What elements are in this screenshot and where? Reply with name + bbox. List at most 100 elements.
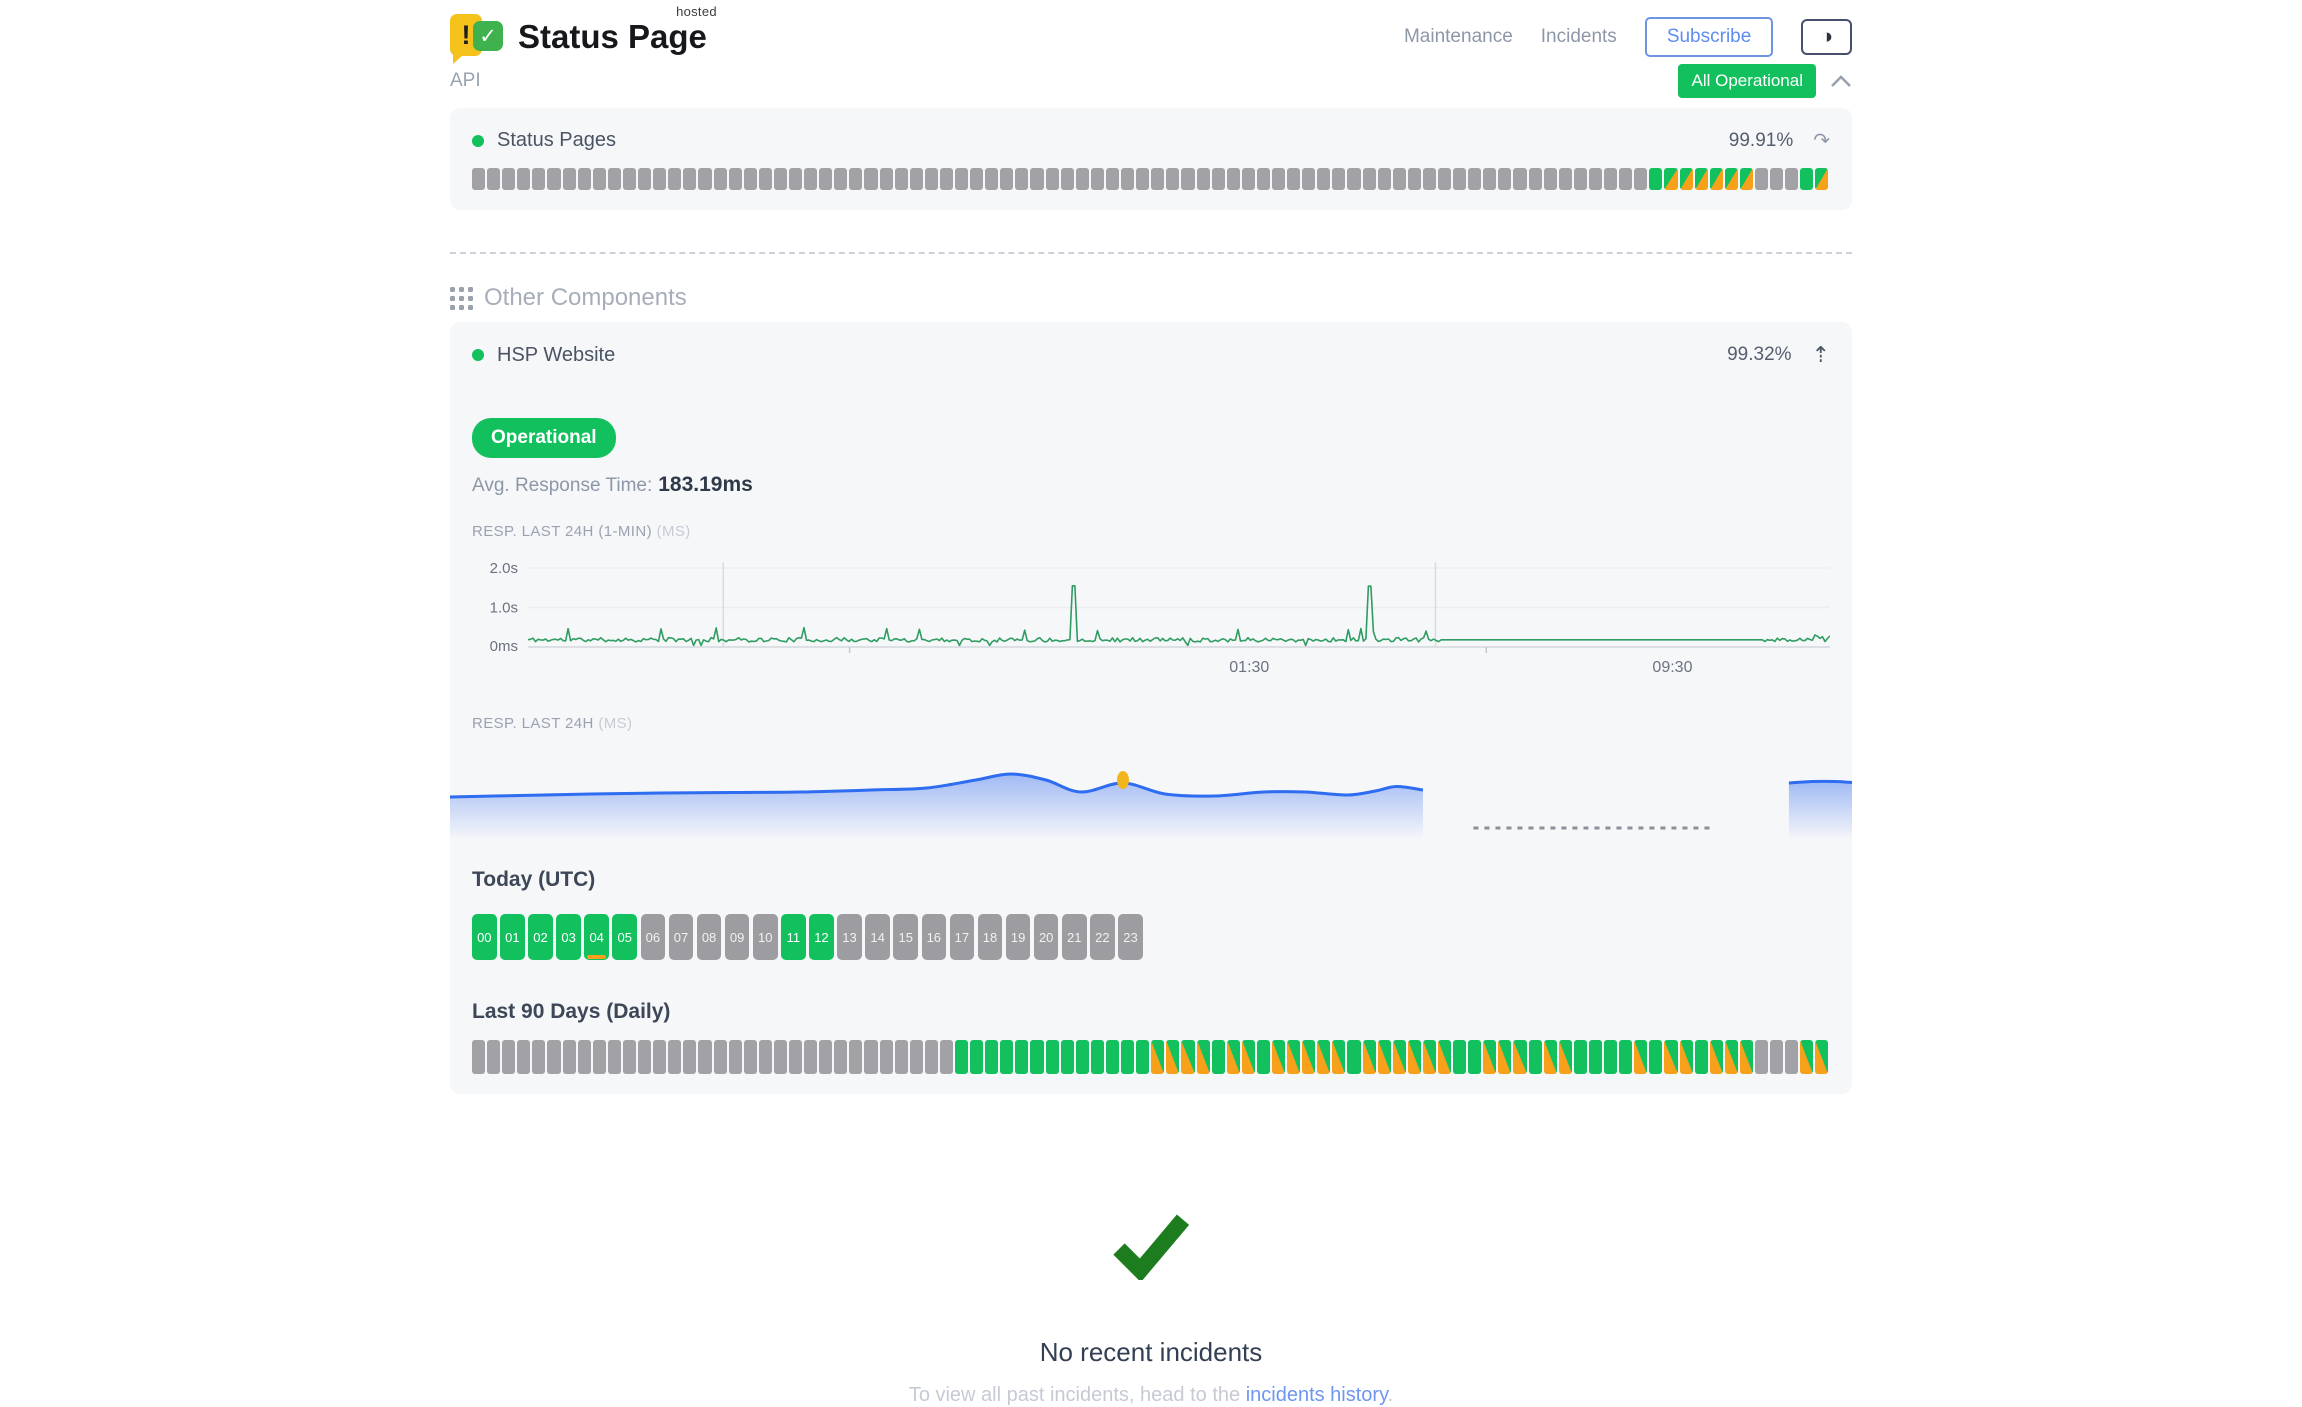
header-nav: Maintenance Incidents Subscribe ◑ <box>1404 17 1852 57</box>
component-name: Status Pages <box>472 129 616 152</box>
daily-uptime-block <box>593 1040 606 1074</box>
daily-uptime-block <box>1619 1040 1632 1074</box>
uptime-bar <box>910 168 923 190</box>
resp-24h-label: RESP. LAST 24H (MS) <box>472 715 1830 732</box>
uptime-bar <box>1815 168 1828 190</box>
uptime-bar <box>1000 168 1013 190</box>
daily-title: Last 90 Days (Daily) <box>472 1000 1830 1024</box>
daily-uptime-block <box>1136 1040 1149 1074</box>
no-recent-incidents-title: No recent incidents <box>450 1337 1852 1368</box>
nav-maintenance[interactable]: Maintenance <box>1404 26 1513 48</box>
uptime-bar <box>1317 168 1330 190</box>
uptime-bar <box>834 168 847 190</box>
overall-status-badge[interactable]: All Operational <box>1678 64 1816 98</box>
uptime-bar <box>985 168 998 190</box>
daily-uptime-block <box>1317 1040 1330 1074</box>
uptime-bar <box>563 168 576 190</box>
avg-response-value: 183.19ms <box>658 473 753 496</box>
api-uptime-bars <box>472 168 1830 190</box>
daily-uptime-block <box>940 1040 953 1074</box>
page: ! ✓ Status Page hosted Maintenance Incid… <box>450 0 1852 1407</box>
hour-block-17: 17 <box>950 914 975 960</box>
hour-block-09: 09 <box>725 914 750 960</box>
status-dot-icon <box>472 135 484 147</box>
uptime-bar <box>1755 168 1768 190</box>
daily-uptime-block <box>1483 1040 1496 1074</box>
daily-uptime-block <box>1347 1040 1360 1074</box>
uptime-bar <box>1181 168 1194 190</box>
today-hour-blocks: 0001020304050607080910111213141516171819… <box>472 914 1830 960</box>
daily-uptime-block <box>1121 1040 1134 1074</box>
uptime-bar <box>1347 168 1360 190</box>
other-components-header: Other Components <box>450 284 1852 312</box>
status-badge: Operational <box>472 418 616 458</box>
chevron-up-icon[interactable] <box>1830 75 1852 88</box>
uptime-bar <box>623 168 636 190</box>
website-component-card: HSP Website 99.32% ⇡ Operational Avg. Re… <box>450 322 1852 1094</box>
uptime-bar <box>1544 168 1557 190</box>
daily-uptime-block <box>849 1040 862 1074</box>
daily-uptime-block <box>789 1040 802 1074</box>
daily-uptime-block <box>1815 1040 1828 1074</box>
daily-uptime-block <box>1680 1040 1693 1074</box>
theme-toggle-button[interactable]: ◑ <box>1801 19 1852 55</box>
daily-uptime-block <box>1498 1040 1511 1074</box>
daily-uptime-block <box>970 1040 983 1074</box>
hour-block-14: 14 <box>865 914 890 960</box>
uptime-bar <box>880 168 893 190</box>
daily-uptime-block <box>1000 1040 1013 1074</box>
uptime-bar <box>1453 168 1466 190</box>
hour-block-01: 01 <box>500 914 525 960</box>
daily-uptime-block <box>608 1040 621 1074</box>
hour-block-04: 04 <box>584 914 609 960</box>
hour-block-05: 05 <box>612 914 637 960</box>
daily-uptime-block <box>1740 1040 1753 1074</box>
uptime-percent: 99.91% <box>1729 130 1793 152</box>
daily-uptime-block <box>1332 1040 1345 1074</box>
website-component-row: HSP Website 99.32% ⇡ <box>472 342 1830 368</box>
uptime-bar <box>774 168 787 190</box>
hour-block-06: 06 <box>641 914 666 960</box>
uptime-bar <box>1408 168 1421 190</box>
daily-uptime-block <box>1091 1040 1104 1074</box>
uptime-bar <box>744 168 757 190</box>
uptime-bar <box>1197 168 1210 190</box>
daily-uptime-block <box>1242 1040 1255 1074</box>
subscribe-button[interactable]: Subscribe <box>1645 17 1774 57</box>
uptime-bar <box>698 168 711 190</box>
daily-uptime-block <box>532 1040 545 1074</box>
uptime-bar <box>819 168 832 190</box>
daily-uptime-block <box>714 1040 727 1074</box>
nav-incidents[interactable]: Incidents <box>1541 26 1617 48</box>
daily-uptime-block <box>955 1040 968 1074</box>
uptime-bar <box>1227 168 1240 190</box>
daily-uptime-block <box>547 1040 560 1074</box>
uptime-bar <box>1468 168 1481 190</box>
daily-uptime-block <box>472 1040 485 1074</box>
uptime-bar <box>895 168 908 190</box>
uptime-bar <box>1664 168 1677 190</box>
trend-up-icon[interactable]: ⇡ <box>1812 342 1830 368</box>
avg-response-time: Avg. Response Time:183.19ms <box>472 473 1830 497</box>
daily-uptime-block <box>1408 1040 1421 1074</box>
uptime-percent-wrap: 99.91% ↷ <box>1729 128 1830 153</box>
hour-block-21: 21 <box>1062 914 1087 960</box>
incidents-history-link[interactable]: incidents history <box>1246 1384 1388 1406</box>
hour-block-10: 10 <box>753 914 778 960</box>
daily-uptime-block <box>1046 1040 1059 1074</box>
uptime-percent: 99.32% <box>1727 344 1791 366</box>
daily-uptime-block <box>834 1040 847 1074</box>
daily-uptime-block <box>1272 1040 1285 1074</box>
refresh-icon[interactable]: ↷ <box>1813 128 1830 153</box>
svg-text:1.0s: 1.0s <box>490 600 518 617</box>
uptime-bar <box>1272 168 1285 190</box>
uptime-bar <box>1740 168 1753 190</box>
uptime-bar <box>653 168 666 190</box>
daily-uptime-block <box>1257 1040 1270 1074</box>
uptime-bar <box>955 168 968 190</box>
area-chart-svg <box>450 740 1852 840</box>
uptime-bar <box>1785 168 1798 190</box>
uptime-bar <box>1710 168 1723 190</box>
hour-block-12: 12 <box>809 914 834 960</box>
uptime-bar <box>970 168 983 190</box>
